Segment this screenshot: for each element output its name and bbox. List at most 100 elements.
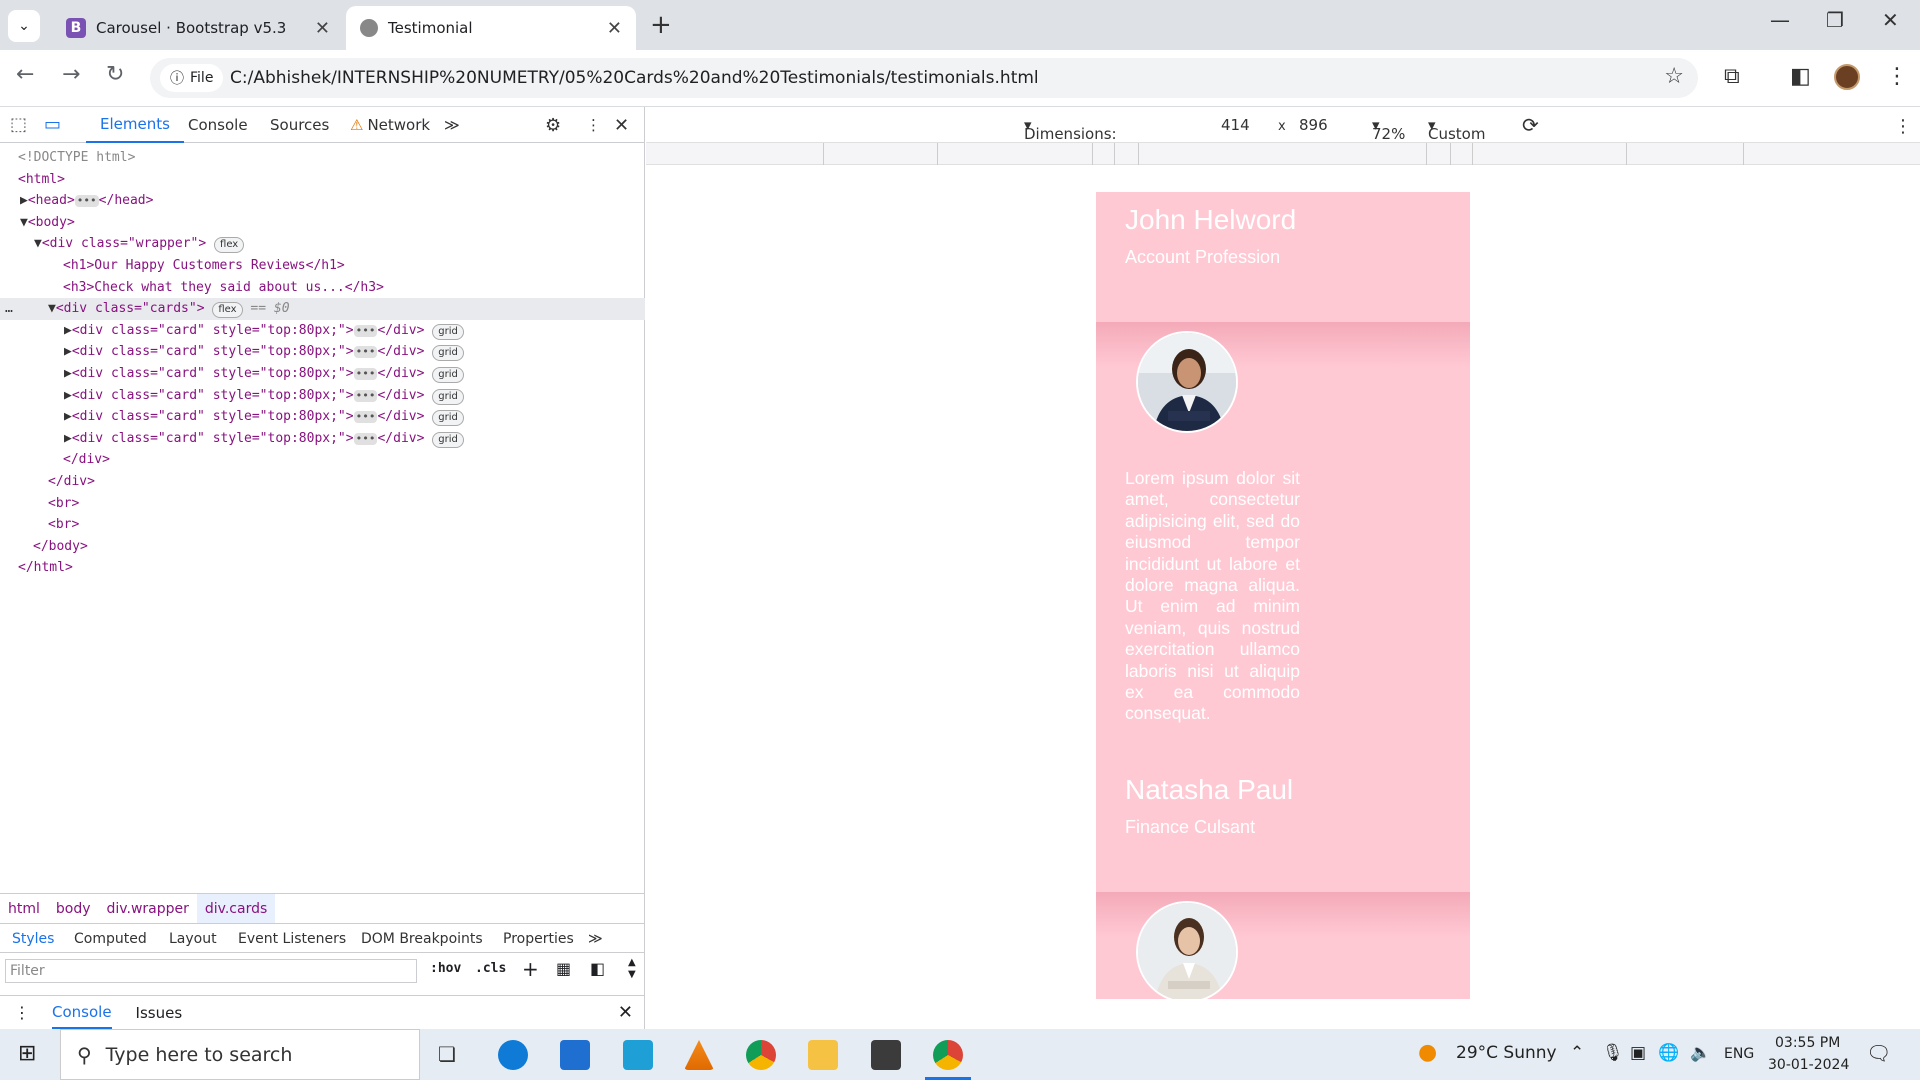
- extensions-icon[interactable]: ⧉: [1724, 64, 1740, 89]
- cls-toggle[interactable]: .cls: [475, 961, 506, 976]
- paint-icon[interactable]: ▦: [556, 959, 571, 978]
- ellipsis-icon[interactable]: •••: [353, 432, 378, 445]
- ellipsis-icon[interactable]: •••: [353, 411, 378, 424]
- subtab-event-listeners[interactable]: Event Listeners: [238, 924, 346, 954]
- drawer-close-icon[interactable]: ✕: [618, 1002, 633, 1023]
- windows-start-icon[interactable]: ⊞: [18, 1041, 36, 1066]
- settings-gear-icon[interactable]: ⚙: [545, 107, 561, 143]
- subtab-layout[interactable]: Layout: [169, 924, 217, 954]
- hov-toggle[interactable]: :hov: [430, 961, 461, 976]
- breadcrumb-item[interactable]: div.wrapper: [99, 894, 197, 924]
- ellipsis-icon[interactable]: •••: [353, 324, 378, 337]
- dom-line[interactable]: ▼<div class="wrapper"> flex: [0, 233, 645, 255]
- dom-line[interactable]: ▶<div class="card" style="top:80px;"> •••…: [0, 385, 645, 407]
- clock-date[interactable]: 30-01-2024: [1768, 1057, 1849, 1073]
- reload-icon[interactable]: ↻: [106, 62, 124, 87]
- rotate-icon[interactable]: ⟳: [1522, 113, 1539, 137]
- grid-badge[interactable]: grid: [432, 388, 464, 405]
- grid-badge[interactable]: grid: [432, 345, 464, 362]
- close-tab-icon[interactable]: ✕: [607, 18, 622, 39]
- tray-chevron-icon[interactable]: ⌃: [1570, 1043, 1584, 1063]
- flex-badge[interactable]: flex: [214, 237, 245, 254]
- ellipsis-icon[interactable]: •••: [353, 346, 378, 359]
- add-rule-icon[interactable]: +: [522, 957, 539, 981]
- microphone-icon[interactable]: 🎙: [1602, 1043, 1624, 1063]
- dom-line[interactable]: ▶<div class="card" style="top:80px;"> •••…: [0, 341, 645, 363]
- media-query-ruler[interactable]: [646, 143, 1920, 165]
- subtab-computed[interactable]: Computed: [74, 924, 147, 954]
- drawer-menu-icon[interactable]: ⋮: [14, 1003, 30, 1022]
- edge-icon[interactable]: [498, 1040, 528, 1070]
- dom-line[interactable]: </body>: [0, 536, 645, 558]
- inspect-element-icon[interactable]: ⬚: [10, 114, 27, 135]
- dom-line[interactable]: </div>: [0, 449, 645, 471]
- throttle-select[interactable]: Custom ▾: [1428, 116, 1485, 143]
- grid-badge[interactable]: grid: [432, 366, 464, 383]
- back-icon[interactable]: ←: [16, 62, 34, 87]
- subtab-styles[interactable]: Styles: [12, 924, 54, 954]
- collapse-triangle-icon[interactable]: ▼: [34, 236, 42, 251]
- taskbar-search[interactable]: ⚲ Type here to search: [60, 1029, 420, 1080]
- profile-avatar[interactable]: [1834, 64, 1860, 90]
- side-panel-icon[interactable]: ◧: [1790, 64, 1811, 89]
- collapse-triangle-icon[interactable]: ▼: [20, 215, 28, 230]
- collapse-triangle-icon[interactable]: ▼: [48, 301, 56, 316]
- new-tab-icon[interactable]: +: [650, 10, 672, 40]
- tab-testimonial[interactable]: Testimonial ✕: [346, 6, 636, 50]
- site-info-chip[interactable]: ⓘ File: [160, 64, 224, 92]
- devtools-menu-icon[interactable]: ⋮: [586, 107, 601, 143]
- meet-icon[interactable]: ▣: [1630, 1043, 1646, 1063]
- file-explorer-icon[interactable]: [808, 1040, 838, 1070]
- tab-search-button[interactable]: ⌄: [8, 10, 40, 42]
- dom-line[interactable]: </div>: [0, 471, 645, 493]
- sidebar-toggle-icon[interactable]: ◧: [590, 959, 605, 978]
- expand-triangle-icon[interactable]: ▶: [64, 366, 72, 381]
- breadcrumb-item-selected[interactable]: div.cards: [196, 893, 276, 924]
- ellipsis-icon[interactable]: •••: [74, 195, 99, 208]
- dom-line[interactable]: <!DOCTYPE html>: [0, 147, 645, 169]
- grid-badge[interactable]: grid: [432, 323, 464, 340]
- expand-triangle-icon[interactable]: ▶: [20, 193, 28, 208]
- dom-line[interactable]: ▼<body>: [0, 212, 645, 234]
- height-input[interactable]: 896: [1299, 116, 1328, 134]
- width-input[interactable]: 414: [1221, 116, 1250, 134]
- notifications-icon[interactable]: 🗨: [1866, 1041, 1891, 1065]
- dom-line[interactable]: <h1>Our Happy Customers Reviews</h1>: [0, 255, 645, 277]
- dom-line[interactable]: <br>: [0, 514, 645, 536]
- ellipsis-icon[interactable]: •••: [353, 389, 378, 402]
- mail-icon[interactable]: [560, 1040, 590, 1070]
- drawer-tab-console[interactable]: Console: [52, 997, 112, 1029]
- dom-line[interactable]: ▶<div class="card" style="top:80px;"> •••…: [0, 320, 645, 342]
- volume-icon[interactable]: 🔈: [1690, 1043, 1711, 1063]
- forward-icon[interactable]: →: [62, 62, 80, 87]
- expand-triangle-icon[interactable]: ▶: [64, 388, 72, 403]
- dom-line[interactable]: <html>: [0, 169, 645, 191]
- omnibox[interactable]: ⓘ File C:/Abhishek/INTERNSHIP%20NUMETRY/0…: [150, 58, 1698, 98]
- minimize-icon[interactable]: —: [1770, 8, 1790, 32]
- language-indicator[interactable]: ENG: [1724, 1046, 1754, 1062]
- dom-line[interactable]: </html>: [0, 557, 645, 579]
- url-text[interactable]: C:/Abhishek/INTERNSHIP%20NUMETRY/05%20Ca…: [230, 68, 1039, 88]
- window-close-icon[interactable]: ✕: [1882, 8, 1899, 32]
- chrome-active-icon[interactable]: [925, 1040, 971, 1080]
- zoom-select[interactable]: 72% ▾: [1372, 116, 1405, 143]
- tab-elements[interactable]: Elements: [86, 107, 184, 143]
- sublime-text-icon[interactable]: [871, 1040, 901, 1070]
- device-select[interactable]: Dimensions: iPhone XR ▾: [1024, 116, 1117, 161]
- network-globe-icon[interactable]: 🌐: [1658, 1043, 1679, 1063]
- subtab-properties[interactable]: Properties: [503, 924, 574, 954]
- expand-triangle-icon[interactable]: ▶: [64, 409, 72, 424]
- ellipsis-icon[interactable]: •••: [353, 367, 378, 380]
- dom-line[interactable]: ▶<head> ••• </head>: [0, 190, 645, 212]
- breadcrumb-item[interactable]: html: [0, 894, 48, 924]
- dom-line[interactable]: ▶<div class="card" style="top:80px;"> •••…: [0, 363, 645, 385]
- tab-bootstrap[interactable]: B Carousel · Bootstrap v5.3 ✕: [52, 6, 344, 50]
- expand-triangle-icon[interactable]: ▶: [64, 431, 72, 446]
- chrome-icon[interactable]: [746, 1040, 776, 1070]
- task-view-icon[interactable]: ❏: [438, 1042, 456, 1066]
- drawer-tab-issues[interactable]: Issues: [136, 1004, 183, 1022]
- app-l-icon[interactable]: [623, 1040, 653, 1070]
- grid-badge[interactable]: grid: [432, 431, 464, 448]
- tab-console[interactable]: Console: [188, 107, 248, 143]
- more-subtabs-icon[interactable]: ≫: [588, 924, 603, 954]
